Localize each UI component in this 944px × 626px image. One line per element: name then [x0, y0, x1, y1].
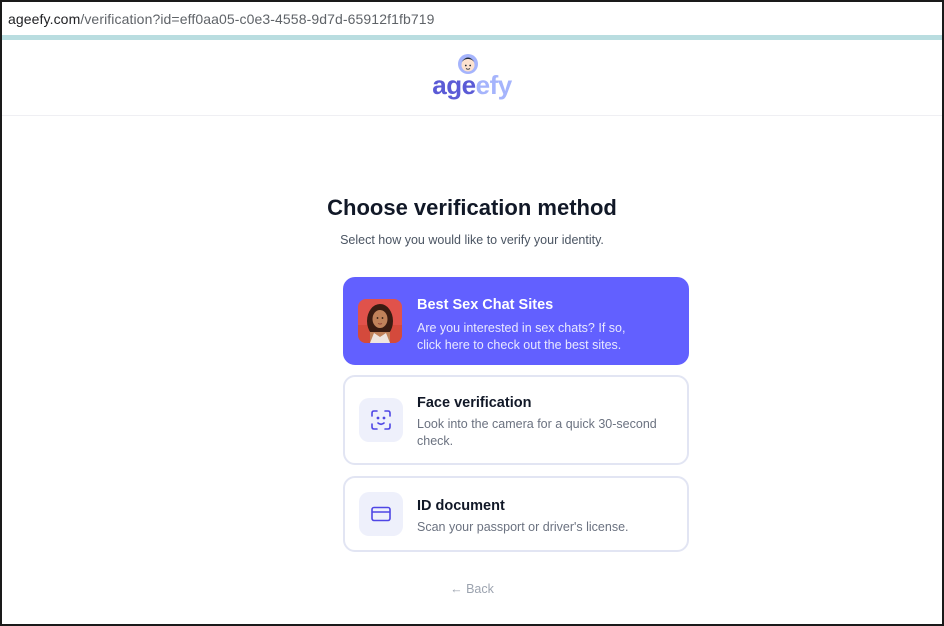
option-title: Face verification: [417, 395, 532, 411]
option-description: Are you interested in sex chats? If so, …: [417, 321, 626, 352]
site-header: ageefy: [2, 40, 942, 116]
option-description: Scan your passport or driver's license.: [417, 520, 629, 534]
url-path: /verification?id=eff0aa05-c0e3-4558-9d7d…: [80, 10, 435, 27]
best-sex-chat-sites-option[interactable]: Best Sex Chat Sites Are you interested i…: [343, 277, 689, 365]
option-description: Look into the camera for a quick 30-seco…: [417, 417, 657, 448]
option-title: ID document: [417, 498, 505, 514]
id-document-option[interactable]: ID document Scan your passport or driver…: [343, 476, 689, 552]
logo-wordmark: ageefy: [432, 69, 512, 100]
back-link[interactable]: ← Back: [2, 582, 942, 596]
promo-thumbnail: [358, 299, 402, 343]
page-subtitle: Select how you would like to verify your…: [340, 233, 604, 247]
id-card-icon: [359, 492, 403, 536]
address-bar[interactable]: ageefy.com/verification?id=eff0aa05-c0e3…: [2, 2, 942, 40]
option-title: Best Sex Chat Sites: [417, 297, 554, 313]
url-domain: ageefy.com: [8, 10, 81, 27]
face-verification-option[interactable]: Face verification Look into the camera f…: [343, 375, 689, 465]
face-scan-icon: [359, 398, 403, 442]
page-title: Choose verification method: [327, 195, 617, 220]
ageefy-logo[interactable]: ageefy: [432, 50, 512, 106]
